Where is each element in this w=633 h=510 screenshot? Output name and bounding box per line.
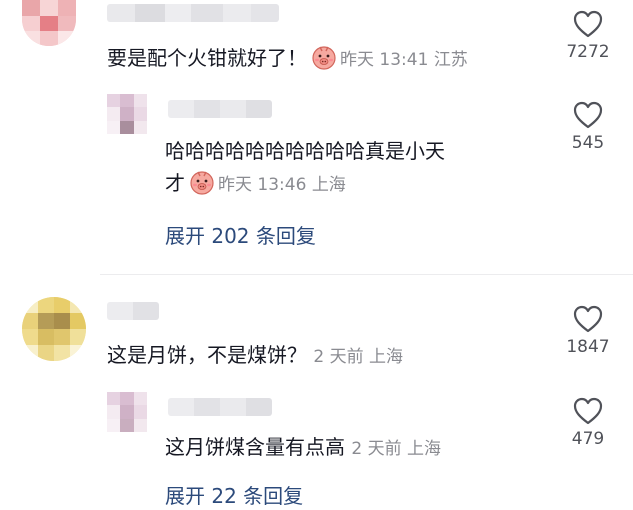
heart-icon xyxy=(573,10,603,38)
comment-time: 昨天 13:41 xyxy=(340,50,429,70)
replier-avatar[interactable] xyxy=(107,94,147,134)
reply-location: 上海 xyxy=(311,175,346,195)
comment-location: 上海 xyxy=(369,347,403,367)
comment-time: 2 天前 xyxy=(313,347,364,367)
replier-name[interactable] xyxy=(168,398,272,416)
like-count: 545 xyxy=(571,133,605,153)
like-button[interactable]: 1847 xyxy=(558,305,618,357)
comment-body: 这是月饼，不是煤饼？ xyxy=(107,343,307,367)
heart-icon xyxy=(573,397,603,425)
reply-body-line1: 这月饼煤含量有点高 xyxy=(165,435,345,459)
reply-time: 昨天 13:46 xyxy=(218,175,307,195)
comment-divider xyxy=(100,274,633,275)
like-button[interactable]: 7272 xyxy=(558,10,618,62)
heart-icon xyxy=(573,305,603,333)
commenter-name[interactable] xyxy=(107,302,159,320)
comment-location: 江苏 xyxy=(433,50,468,70)
shy-pig-emoji-icon xyxy=(311,44,337,70)
commenter-avatar[interactable] xyxy=(22,297,86,361)
heart-icon xyxy=(573,101,603,129)
shy-pig-emoji-icon xyxy=(189,169,215,195)
reply-location: 上海 xyxy=(407,439,441,459)
expand-replies-button[interactable]: 展开 22 条回复 xyxy=(165,480,303,509)
commenter-avatar[interactable] xyxy=(22,0,76,46)
like-button[interactable]: 479 xyxy=(558,397,618,449)
like-count: 1847 xyxy=(566,337,610,357)
expand-replies-button[interactable]: 展开 202 条回复 xyxy=(165,220,316,249)
like-count: 7272 xyxy=(566,42,610,62)
reply-text: 哈哈哈哈哈哈哈哈哈哈真是小天 才 昨天 13:46 上海 xyxy=(165,137,545,200)
reply-body-line1: 哈哈哈哈哈哈哈哈哈哈真是小天 xyxy=(165,139,445,163)
reply-time: 2 天前 xyxy=(351,439,402,459)
comment-text: 这是月饼，不是煤饼？ 2 天前 上海 xyxy=(107,341,403,372)
reply-text: 这月饼煤含量有点高 2 天前 上海 xyxy=(165,433,441,464)
comment-body: 要是配个火钳就好了！ xyxy=(107,46,307,70)
replier-name[interactable] xyxy=(168,100,272,118)
replier-avatar[interactable] xyxy=(107,392,147,432)
like-button[interactable]: 545 xyxy=(558,101,618,153)
reply-body-line2: 才 xyxy=(165,171,185,195)
comment-text: 要是配个火钳就好了！ 昨天 13:41 江苏 xyxy=(107,44,468,75)
commenter-name[interactable] xyxy=(107,4,279,22)
like-count: 479 xyxy=(571,429,605,449)
